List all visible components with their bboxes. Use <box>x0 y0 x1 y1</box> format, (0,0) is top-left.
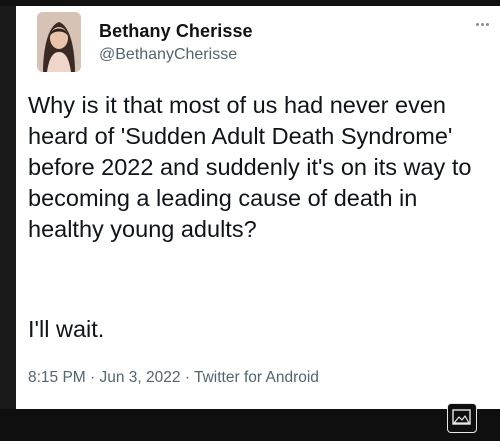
image-icon[interactable] <box>447 403 477 433</box>
more-options-icon[interactable] <box>476 20 490 28</box>
bottom-bar <box>0 409 500 441</box>
tweet-text: Why is it that most of us had never even… <box>28 92 472 242</box>
author-handle[interactable]: @BethanyCherisse <box>99 46 237 64</box>
tweet-closing-text: I'll wait. <box>28 316 105 342</box>
tweet-card: Bethany Cherisse @BethanyCherisse Why is… <box>16 6 500 409</box>
author-name[interactable]: Bethany Cherisse <box>99 21 253 42</box>
avatar[interactable] <box>37 12 81 72</box>
tweet-timestamp[interactable]: 8:15 PM · Jun 3, 2022 · Twitter for Andr… <box>28 369 319 387</box>
